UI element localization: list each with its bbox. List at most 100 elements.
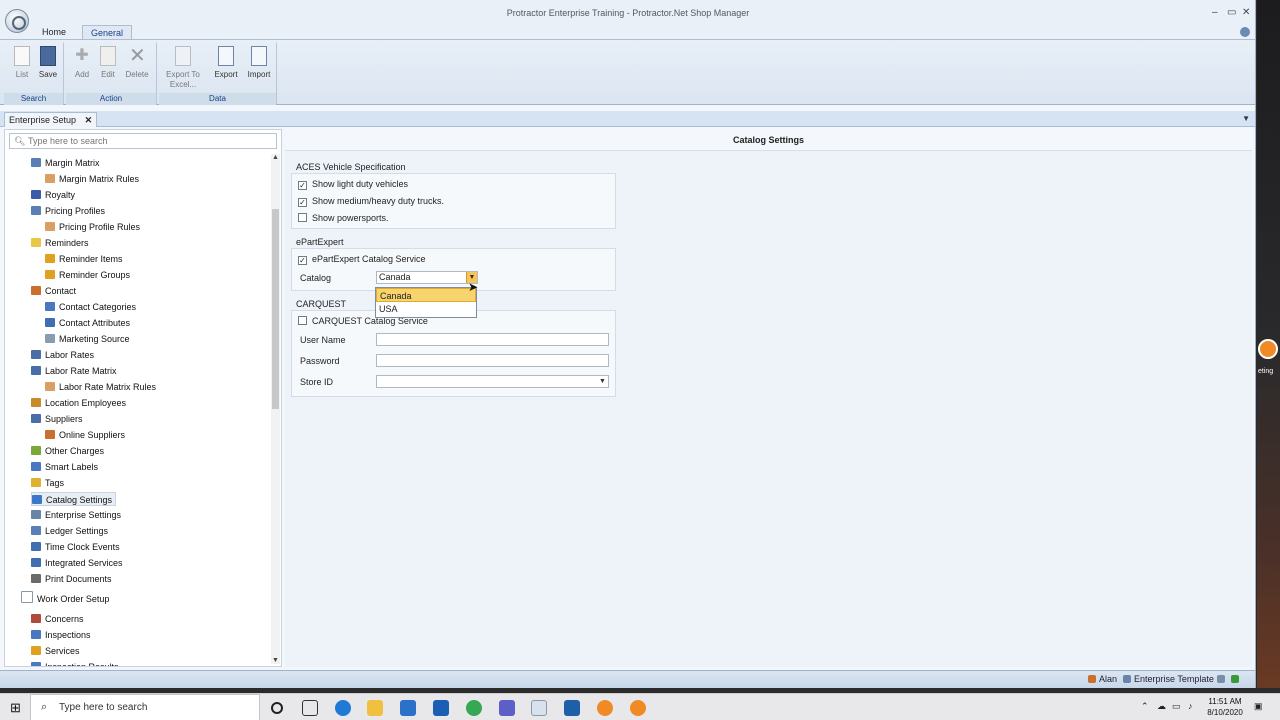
sidebar-item[interactable]: Concerns: [31, 612, 84, 626]
sidebar-item[interactable]: Suppliers: [31, 412, 83, 426]
sidebar-item[interactable]: Royalty: [31, 188, 75, 202]
sidebar-item[interactable]: Pricing Profiles: [31, 204, 105, 218]
taskbar-clock[interactable]: 11:51 AM 8/10/2020: [1204, 696, 1246, 718]
sidebar-item[interactable]: Labor Rate Matrix: [31, 364, 117, 378]
outlook-icon[interactable]: [433, 700, 449, 716]
chrome-icon[interactable]: [466, 700, 482, 716]
export-button[interactable]: Export: [212, 46, 240, 80]
add-button[interactable]: ✚ Add: [69, 46, 95, 80]
close-button[interactable]: ✕: [1242, 7, 1250, 18]
epartexpert-service-checkbox[interactable]: ✓ ePartExpert Catalog Service: [298, 253, 426, 265]
ribbon-group-search: List Save Search: [4, 42, 64, 105]
sidebar-item[interactable]: Services: [31, 644, 80, 658]
status-settings-icon[interactable]: [1217, 674, 1228, 684]
chevron-down-icon[interactable]: ▼: [1242, 114, 1250, 123]
nav-search-input[interactable]: [28, 135, 268, 147]
status-template[interactable]: Enterprise Template: [1123, 674, 1214, 684]
tray-network-icon[interactable]: ▭: [1172, 701, 1181, 712]
sidebar-item[interactable]: Marketing Source: [45, 332, 130, 346]
status-user[interactable]: Alan: [1088, 674, 1117, 684]
sidebar-item[interactable]: Labor Rates: [31, 348, 94, 362]
sidebar-item[interactable]: Margin Matrix Rules: [45, 172, 139, 186]
file-explorer-icon[interactable]: [367, 700, 383, 716]
status-bar: Alan Enterprise Template: [0, 670, 1255, 688]
sidebar-item[interactable]: Margin Matrix: [31, 156, 100, 170]
dropdown-option-canada[interactable]: Canada: [376, 288, 476, 302]
tray-volume-icon[interactable]: ♪: [1188, 701, 1193, 711]
sidebar-item[interactable]: Contact: [31, 284, 76, 298]
sidebar-item[interactable]: Other Charges: [31, 444, 104, 458]
scroll-down-icon[interactable]: ▼: [271, 657, 280, 664]
delete-button[interactable]: ✕ Delete: [124, 46, 150, 80]
minimize-button[interactable]: –: [1212, 7, 1218, 18]
sidebar-item[interactable]: Reminder Items: [45, 252, 123, 266]
edit-button[interactable]: Edit: [95, 46, 121, 80]
sidebar-item[interactable]: Tags: [31, 476, 64, 490]
page-title: Catalog Settings: [285, 129, 1252, 151]
sidebar-item[interactable]: Location Employees: [31, 396, 126, 410]
sidebar-item[interactable]: Inspection Results: [31, 660, 119, 666]
help-icon[interactable]: [1240, 27, 1250, 37]
protractor-alt-icon[interactable]: [630, 700, 646, 716]
list-button[interactable]: List: [9, 46, 35, 80]
show-light-duty-checkbox[interactable]: ✓ Show light duty vehicles: [298, 178, 408, 190]
export-button-label: Export: [214, 70, 238, 79]
sidebar-item[interactable]: Inspections: [31, 628, 91, 642]
task-view-icon[interactable]: [302, 700, 318, 716]
tray-onedrive-icon[interactable]: ☁: [1157, 701, 1166, 712]
application-menu-icon[interactable]: [5, 9, 29, 33]
sidebar-item[interactable]: Enterprise Settings: [31, 508, 121, 522]
document-app-icon[interactable]: [531, 700, 547, 716]
edge-browser-icon[interactable]: [335, 700, 351, 716]
notifications-icon[interactable]: ▣: [1254, 701, 1263, 712]
password-input[interactable]: [376, 354, 609, 367]
status-flag-icon[interactable]: [1231, 674, 1242, 684]
sidebar-item[interactable]: Catalog Settings: [31, 492, 117, 506]
tab-home[interactable]: Home: [34, 25, 74, 39]
sidebar-item[interactable]: Reminders: [31, 236, 89, 250]
save-button[interactable]: Save: [35, 46, 61, 80]
sidebar-item[interactable]: Contact Attributes: [45, 316, 130, 330]
catalog-select[interactable]: Canada ▼: [376, 271, 478, 284]
show-powersports-checkbox[interactable]: Show powersports.: [298, 212, 389, 224]
show-heavy-duty-checkbox[interactable]: ✓ Show medium/heavy duty trucks.: [298, 195, 444, 207]
tray-chevron-up-icon[interactable]: ⌃: [1141, 701, 1149, 712]
chevron-down-icon[interactable]: ▼: [597, 376, 608, 387]
cortana-icon[interactable]: [271, 702, 283, 714]
tab-general[interactable]: General: [82, 25, 133, 39]
mail-icon[interactable]: [400, 700, 416, 716]
scroll-thumb[interactable]: [272, 209, 279, 409]
import-button[interactable]: Import: [244, 46, 274, 80]
sidebar-item[interactable]: Work Order Setup: [21, 591, 109, 605]
teams-icon[interactable]: [499, 700, 515, 716]
taskbar-search[interactable]: ⌕ Type here to search: [30, 694, 260, 720]
sidebar-item-label: Labor Rate Matrix: [45, 366, 117, 376]
export-to-excel-button[interactable]: Export To Excel...: [164, 46, 202, 90]
nav-scrollbar[interactable]: ▲ ▼: [271, 154, 280, 664]
dropdown-option-usa[interactable]: USA: [376, 302, 476, 316]
navigation-panel: 🔍︎ Margin Matrix Margin Matrix Rules Royal…: [4, 129, 282, 667]
sidebar-item[interactable]: Smart Labels: [31, 460, 98, 474]
photos-icon[interactable]: [564, 700, 580, 716]
sidebar-item[interactable]: Ledger Settings: [31, 524, 108, 538]
sidebar-item[interactable]: Integrated Services: [31, 556, 123, 570]
tab-enterprise-setup[interactable]: Enterprise Setup ✕: [4, 112, 98, 127]
protractor-icon[interactable]: [597, 700, 613, 716]
sidebar-item[interactable]: Reminder Groups: [45, 268, 130, 282]
desktop-app-icon[interactable]: [1258, 339, 1278, 359]
username-input[interactable]: [376, 333, 609, 346]
sidebar-item-label: Margin Matrix: [45, 158, 100, 168]
document-tab-strip: Enterprise Setup ✕ ▼: [0, 111, 1255, 127]
windows-start-icon[interactable]: ⊞: [10, 700, 21, 716]
close-tab-icon[interactable]: ✕: [85, 115, 93, 125]
sidebar-item[interactable]: Online Suppliers: [45, 428, 125, 442]
sidebar-item[interactable]: Labor Rate Matrix Rules: [45, 380, 156, 394]
scroll-up-icon[interactable]: ▲: [271, 154, 280, 161]
storeid-select[interactable]: ▼: [376, 375, 609, 388]
sidebar-item[interactable]: Time Clock Events: [31, 540, 120, 554]
printer-icon: [31, 574, 41, 583]
sidebar-item[interactable]: Print Documents: [31, 572, 112, 586]
maximize-button[interactable]: ▭: [1227, 7, 1236, 18]
sidebar-item[interactable]: Pricing Profile Rules: [45, 220, 140, 234]
sidebar-item[interactable]: Contact Categories: [45, 300, 136, 314]
